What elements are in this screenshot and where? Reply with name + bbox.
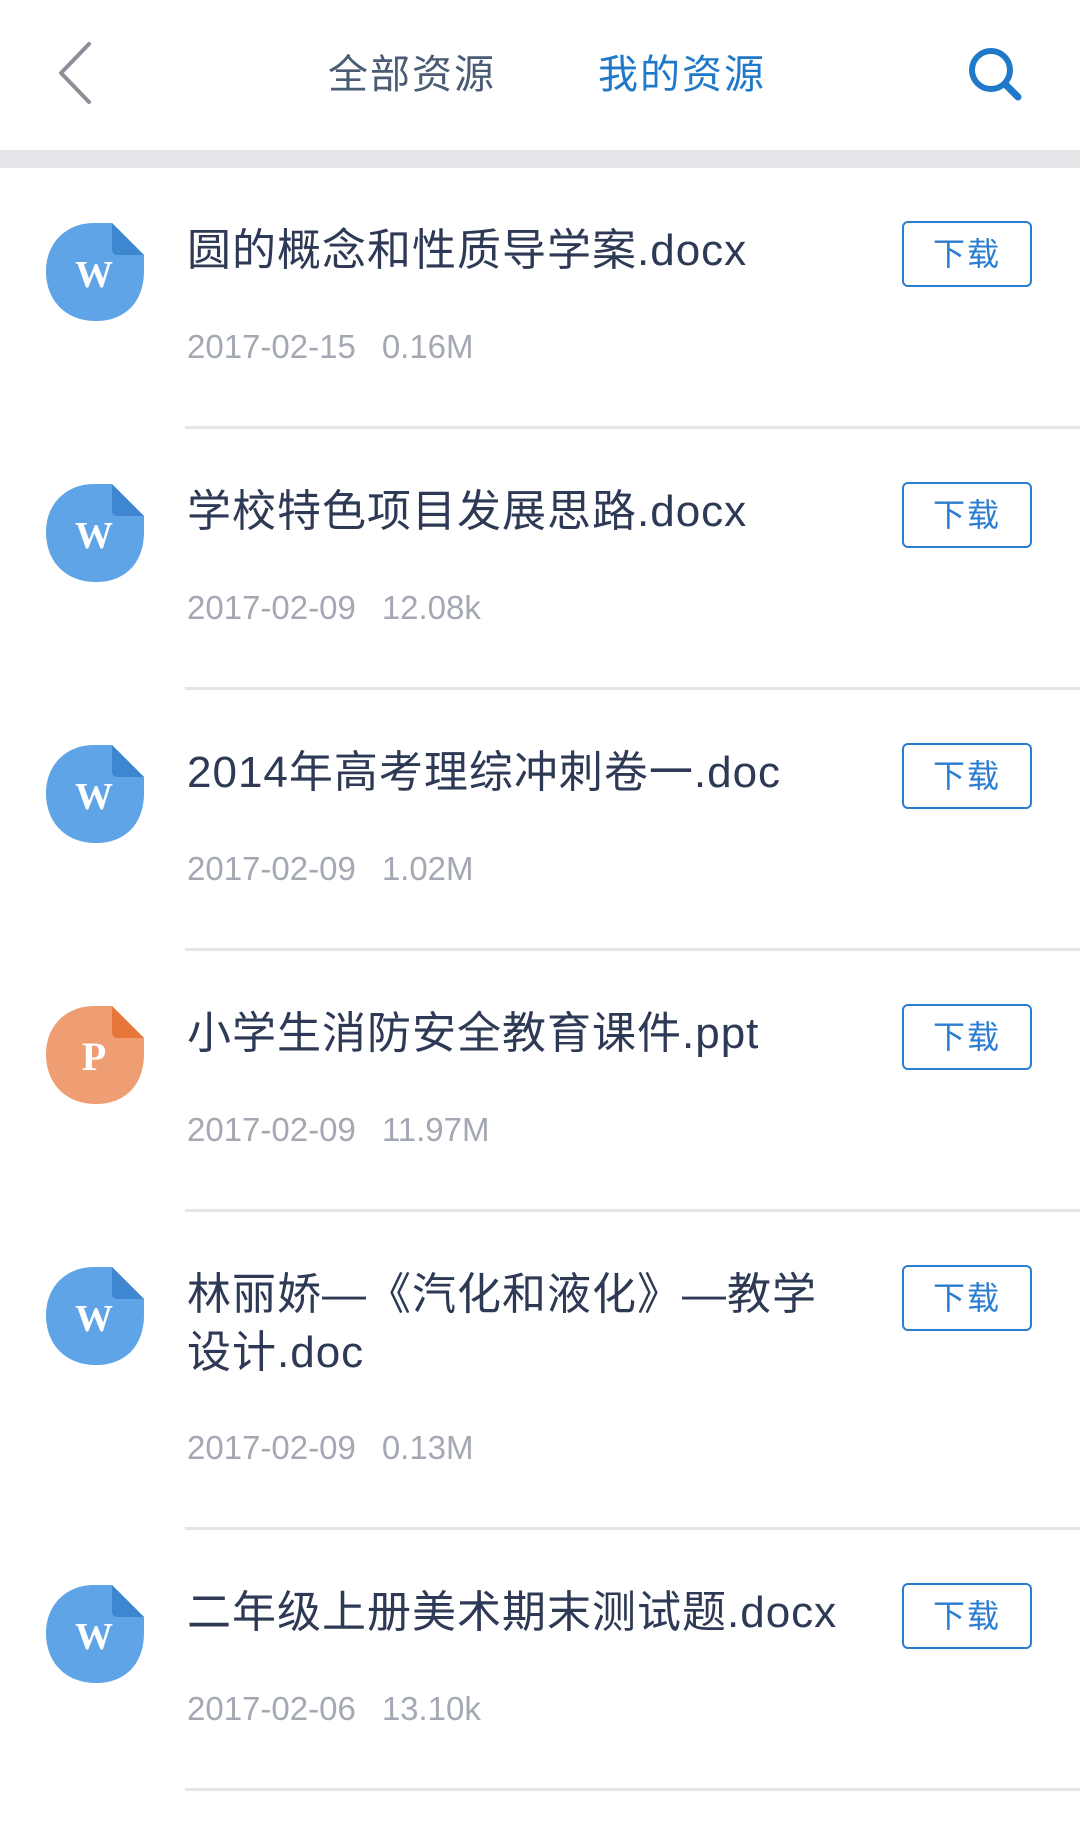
download-button[interactable]: 下载: [902, 482, 1032, 548]
header-divider: [0, 150, 1080, 168]
file-date: 2017-02-06: [187, 1690, 356, 1727]
file-meta: 2017-02-15 0.16M: [187, 328, 474, 366]
file-date: 2017-02-09: [187, 1111, 356, 1148]
word-file-icon: W: [44, 743, 146, 845]
search-icon: [965, 44, 1025, 109]
file-title: 2014年高考理综冲刺卷一.doc: [187, 748, 782, 797]
file-title: 二年级上册美术期末测试题.docx: [187, 1588, 838, 1637]
list-item[interactable]: W 圆的概念和性质导学案.docx 2017-02-15 0.16M 下载: [0, 168, 1080, 429]
download-button[interactable]: 下载: [902, 1583, 1032, 1649]
svg-text:W: W: [75, 776, 113, 818]
file-meta: 2017-02-09 0.13M: [187, 1429, 474, 1467]
file-size: 1.02M: [381, 850, 474, 887]
tab-all-resources[interactable]: 全部资源: [328, 40, 496, 110]
search-button[interactable]: [960, 38, 1030, 114]
file-size: 12.08k: [381, 589, 481, 626]
list-item[interactable]: W 二年级上册美术期末测试题.docx 2017-02-06 13.10k 下载: [0, 1527, 1080, 1791]
file-meta: 2017-02-09 12.08k: [187, 589, 481, 627]
file-size: 11.97M: [381, 1111, 490, 1148]
word-file-icon: W: [44, 1583, 146, 1685]
back-button[interactable]: [40, 35, 110, 115]
file-title: 林丽娇—《汽化和液化》—教学设计.doc: [187, 1270, 817, 1377]
file-size: 0.16M: [381, 328, 474, 365]
download-button[interactable]: 下载: [902, 1265, 1032, 1331]
list-item[interactable]: W 学校特色项目发展思路.docx 2017-02-09 12.08k 下载: [0, 426, 1080, 690]
svg-text:P: P: [82, 1034, 106, 1079]
word-file-icon: W: [44, 482, 146, 584]
word-file-icon: W: [44, 221, 146, 323]
file-date: 2017-02-09: [187, 850, 356, 887]
file-date: 2017-02-15: [187, 328, 356, 365]
file-title: 学校特色项目发展思路.docx: [187, 487, 748, 536]
download-button[interactable]: 下载: [902, 221, 1032, 287]
top-nav-bar: 全部资源 我的资源: [0, 0, 1080, 150]
file-title: 圆的概念和性质导学案.docx: [187, 226, 748, 275]
file-size: 13.10k: [381, 1690, 481, 1727]
list-item[interactable]: W 林丽娇—《汽化和液化》—教学设计.doc 2017-02-09 0.13M 下…: [0, 1209, 1080, 1530]
file-meta: 2017-02-09 11.97M: [187, 1111, 489, 1149]
file-date: 2017-02-09: [187, 1429, 356, 1466]
ppt-file-icon: P: [44, 1004, 146, 1106]
svg-text:W: W: [75, 515, 113, 557]
file-title: 小学生消防安全教育课件.ppt: [187, 1009, 760, 1058]
svg-text:W: W: [75, 1298, 113, 1340]
svg-text:W: W: [75, 1616, 113, 1658]
tab-my-resources[interactable]: 我的资源: [598, 40, 766, 110]
chevron-left-icon: [55, 40, 95, 111]
download-button[interactable]: 下载: [902, 743, 1032, 809]
file-date: 2017-02-09: [187, 589, 356, 626]
word-file-icon: W: [44, 1265, 146, 1367]
divider: [185, 1788, 1080, 1791]
download-button[interactable]: 下载: [902, 1004, 1032, 1070]
file-meta: 2017-02-06 13.10k: [187, 1690, 481, 1728]
list-item[interactable]: W 2014年高考理综冲刺卷一.doc 2017-02-09 1.02M 下载: [0, 687, 1080, 951]
resource-list: W 圆的概念和性质导学案.docx 2017-02-15 0.16M 下载 W 学…: [0, 168, 1080, 1791]
list-item[interactable]: P 小学生消防安全教育课件.ppt 2017-02-09 11.97M 下载: [0, 948, 1080, 1212]
svg-text:W: W: [75, 254, 113, 296]
file-size: 0.13M: [381, 1429, 474, 1466]
file-meta: 2017-02-09 1.02M: [187, 850, 474, 888]
